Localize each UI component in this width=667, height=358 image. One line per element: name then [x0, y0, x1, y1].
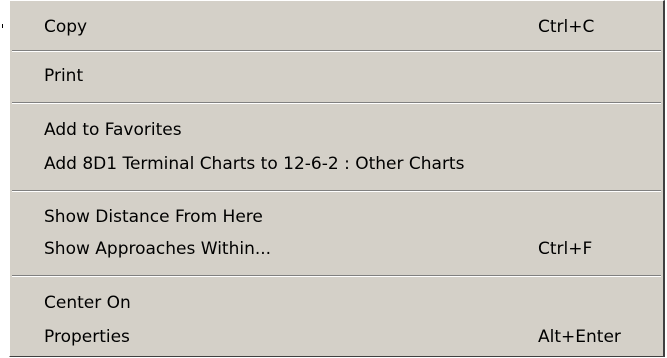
menu-separator [12, 50, 661, 52]
menu-item-label: Show Distance From Here [44, 207, 263, 227]
menu-item-label: Add 8D1 Terminal Charts to 12-6-2 : Othe… [44, 154, 465, 174]
menu-item-center-on[interactable]: Center On [10, 288, 663, 318]
menu-item-label: Copy [44, 17, 88, 37]
menu-item-show-approaches[interactable]: Show Approaches Within... Ctrl+F [10, 234, 663, 264]
menu-item-label: Show Approaches Within... [44, 239, 272, 259]
menu-item-copy[interactable]: Copy Ctrl+C [10, 12, 663, 42]
context-menu: Copy Ctrl+C Print Add to Favorites Add 8… [9, 0, 665, 357]
menu-item-shortcut: Ctrl+C [538, 17, 595, 37]
menu-item-add-to-favorites[interactable]: Add to Favorites [10, 115, 663, 145]
menu-separator [12, 190, 661, 192]
menu-item-label: Add to Favorites [44, 120, 182, 140]
menu-item-shortcut: Ctrl+F [538, 239, 593, 259]
menu-item-add-terminal-charts[interactable]: Add 8D1 Terminal Charts to 12-6-2 : Othe… [10, 149, 663, 179]
menu-item-label: Center On [44, 293, 131, 313]
menu-item-label: Properties [44, 327, 130, 347]
cursor-tick [2, 24, 3, 28]
menu-item-properties[interactable]: Properties Alt+Enter [10, 322, 663, 352]
menu-item-show-distance[interactable]: Show Distance From Here [10, 202, 663, 232]
menu-separator [12, 102, 661, 104]
menu-item-print[interactable]: Print [10, 61, 663, 91]
menu-item-label: Print [44, 66, 84, 86]
menu-separator [12, 275, 661, 277]
menu-item-shortcut: Alt+Enter [538, 327, 621, 347]
